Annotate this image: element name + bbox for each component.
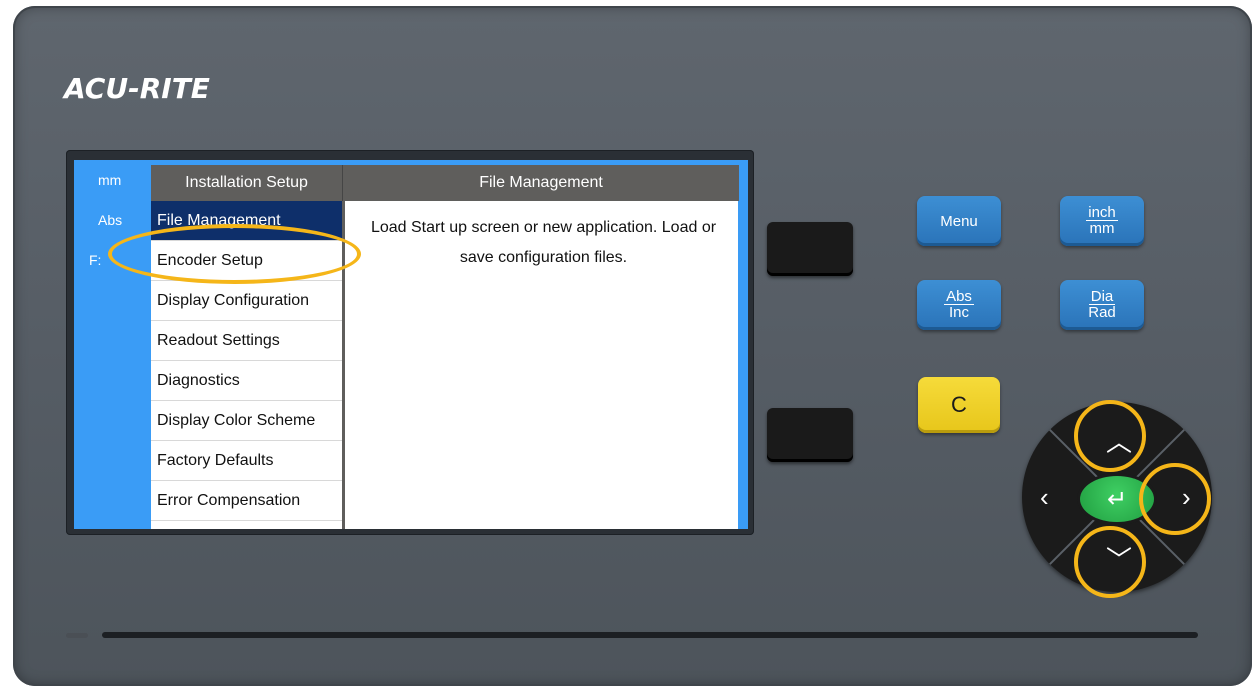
mm-label: mm xyxy=(1089,220,1115,237)
display-screen: mm Abs F: Installation Setup File Manage… xyxy=(74,160,748,529)
right-arrow-highlight xyxy=(1139,463,1211,535)
dia-label: Dia xyxy=(1088,288,1116,305)
menu-button[interactable]: Menu xyxy=(917,196,1001,246)
menu-item-label: Display Color Scheme xyxy=(157,411,316,429)
menu-item-readout-settings[interactable]: Readout Settings xyxy=(151,321,342,361)
rad-label: Rad xyxy=(1088,304,1116,321)
feed-indicator: F: xyxy=(89,252,102,268)
front-slot xyxy=(102,632,1198,638)
abs-label: Abs xyxy=(944,288,974,305)
enter-icon: ↵ xyxy=(1106,485,1128,513)
inch-mm-button[interactable]: inch mm xyxy=(1060,196,1144,246)
menu-item-label: Display Configuration xyxy=(157,291,310,309)
up-arrow-highlight xyxy=(1074,400,1146,472)
menu-item-label: Factory Defaults xyxy=(157,451,274,469)
soft-key-upper[interactable] xyxy=(767,222,853,276)
arrow-left-button[interactable]: ‹ xyxy=(1040,482,1049,513)
menu-button-label: Menu xyxy=(940,212,978,230)
down-arrow-highlight xyxy=(1074,526,1146,598)
abs-inc-button[interactable]: Abs Inc xyxy=(917,280,1001,330)
mode-indicator: Abs xyxy=(98,212,123,228)
menu-header: Installation Setup xyxy=(151,165,342,201)
menu-item-label: Readout Settings xyxy=(157,331,280,349)
brand-logo: ACU-RITE xyxy=(64,72,210,105)
menu-item-factory-defaults[interactable]: Factory Defaults xyxy=(151,441,342,481)
soft-key-lower[interactable] xyxy=(767,408,853,462)
clear-button[interactable]: C xyxy=(918,377,1000,433)
dia-rad-button[interactable]: Dia Rad xyxy=(1060,280,1144,330)
menu-item-diagnostics[interactable]: Diagnostics xyxy=(151,361,342,401)
status-led xyxy=(66,633,88,638)
chevron-left-icon: ‹ xyxy=(1040,482,1049,512)
menu-item-display-color-scheme[interactable]: Display Color Scheme xyxy=(151,401,342,441)
menu-item-label: Diagnostics xyxy=(157,371,240,389)
units-indicator: mm xyxy=(98,172,122,188)
inch-label: inch xyxy=(1086,204,1118,221)
content-description: Load Start up screen or new application.… xyxy=(370,219,717,266)
menu-item-error-compensation[interactable]: Error Compensation xyxy=(151,481,342,521)
clear-label: C xyxy=(951,392,967,417)
menu-item-display-configuration[interactable]: Display Configuration xyxy=(151,281,342,321)
menu-item-label: Error Compensation xyxy=(157,491,301,509)
content-panel: Load Start up screen or new application.… xyxy=(345,201,738,529)
inc-label: Inc xyxy=(948,304,969,321)
content-header: File Management xyxy=(342,165,739,201)
encoder-setup-highlight xyxy=(108,224,361,284)
